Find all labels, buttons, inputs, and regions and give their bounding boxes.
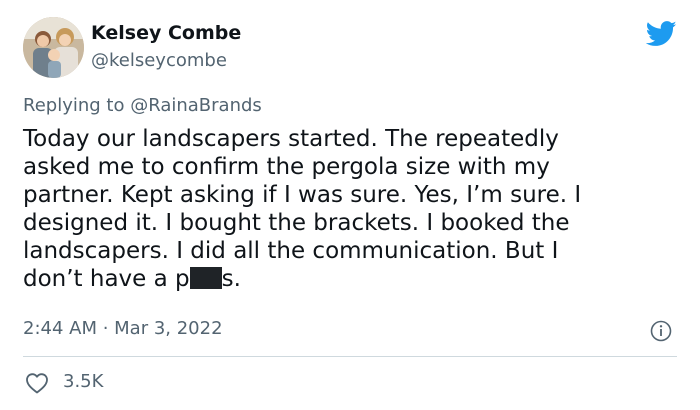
tweet-line: asked me to confirm the pergola size wit… [23, 154, 550, 180]
tweet-line-last: don’t have a p s. [23, 265, 683, 293]
tweet-text-before-redaction: don’t have a p [23, 266, 190, 292]
twitter-bird-icon[interactable] [646, 21, 677, 47]
timestamp-link[interactable]: 2:44 AM · Mar 3, 2022 [23, 318, 223, 339]
reply-prefix: Replying to [23, 95, 131, 116]
tweet-line: landscapers. I did all the communication… [23, 238, 559, 264]
tweet-text: Today our landscapers started. The repea… [23, 125, 683, 293]
heart-icon[interactable] [25, 372, 49, 394]
divider [23, 356, 677, 357]
avatar[interactable] [23, 17, 84, 78]
like-count[interactable]: 3.5K [63, 371, 103, 392]
redaction-box [189, 267, 222, 289]
tweet-line: partner. Kept asking if I was sure. Yes,… [23, 182, 582, 208]
reply-handle-link[interactable]: @RainaBrands [130, 95, 262, 116]
info-icon[interactable] [650, 320, 672, 342]
user-handle[interactable]: @kelseycombe [91, 50, 227, 71]
reply-context: Replying to @RainaBrands [23, 95, 262, 116]
tweet-card: Kelsey Combe @kelseycombe Replying to @R… [0, 0, 700, 410]
tweet-text-after-redaction: s. [221, 266, 241, 292]
tweet-line: Today our landscapers started. The repea… [23, 126, 559, 152]
display-name[interactable]: Kelsey Combe [91, 22, 241, 44]
tweet-line: designed it. I bought the brackets. I bo… [23, 210, 570, 236]
